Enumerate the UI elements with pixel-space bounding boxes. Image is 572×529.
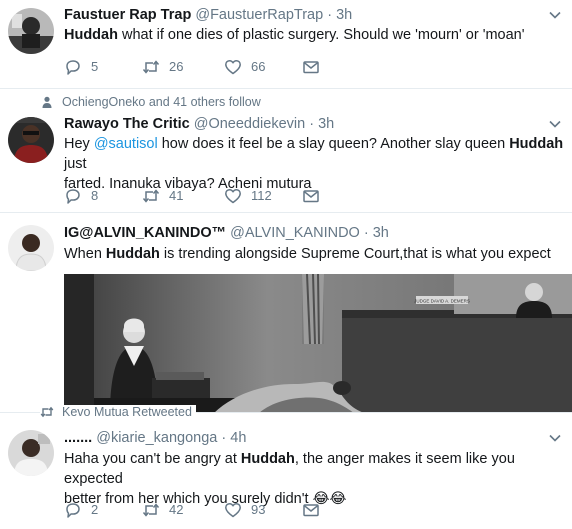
tweet-actions: 5 26 66 bbox=[64, 57, 364, 77]
display-name[interactable]: IG@ALVIN_KANINDO™ bbox=[64, 225, 226, 241]
direct-message-icon bbox=[303, 61, 319, 74]
tweet-text-part: just bbox=[64, 156, 87, 172]
retweet-button[interactable]: 26 bbox=[142, 57, 183, 77]
social-context-text[interactable]: Kevo Mutua Retweeted bbox=[62, 405, 192, 419]
reply-icon bbox=[66, 503, 80, 518]
username[interactable]: @kiarie_kangonga bbox=[96, 430, 217, 446]
tweet-actions: 8 41 112 bbox=[64, 186, 364, 206]
timestamp[interactable]: 3h bbox=[318, 116, 334, 132]
like-button[interactable]: 66 bbox=[224, 57, 265, 77]
tweet[interactable]: Kevo Mutua Retweeted ....... @kiarie_kan… bbox=[0, 405, 572, 529]
username[interactable]: @Oneeddiekevin bbox=[194, 116, 305, 132]
like-icon bbox=[225, 188, 241, 204]
social-context: OchiengOneko and 41 others follow bbox=[40, 95, 261, 109]
tweet-text-part: how does it feel be a slay queen? Anothe… bbox=[157, 136, 510, 152]
like-icon bbox=[225, 59, 241, 75]
like-count: 112 bbox=[251, 188, 272, 203]
nameplate-text: JUDGE DAVID A. DEMERS bbox=[414, 299, 470, 304]
reply-button[interactable]: 8 bbox=[64, 186, 98, 206]
username[interactable]: @ALVIN_KANINDO bbox=[230, 225, 360, 241]
username[interactable]: @FaustuerRapTrap bbox=[195, 7, 323, 23]
reply-icon bbox=[66, 189, 80, 204]
separator-dot: · bbox=[309, 116, 315, 132]
search-highlight: Huddah bbox=[64, 27, 118, 43]
tweet-text: When Huddah is trending alongside Suprem… bbox=[64, 244, 564, 264]
timestamp[interactable]: 3h bbox=[336, 7, 352, 23]
search-highlight: Huddah bbox=[240, 451, 295, 467]
direct-message-button[interactable] bbox=[302, 57, 329, 77]
social-context-text[interactable]: OchiengOneko and 41 others follow bbox=[62, 95, 261, 109]
tweet-text: Hey @sautisol how does it feel be a slay… bbox=[64, 134, 564, 194]
avatar[interactable] bbox=[8, 225, 54, 271]
tweet-text-part: is trending alongside Supreme Court,that… bbox=[159, 246, 551, 262]
display-name[interactable]: Faustuer Rap Trap bbox=[64, 7, 191, 23]
retweet-count: 42 bbox=[169, 502, 184, 517]
tweet-header: Rawayo The Critic @Oneeddiekevin · 3h bbox=[64, 116, 334, 132]
reply-count: 8 bbox=[91, 188, 99, 203]
person-icon bbox=[42, 96, 52, 108]
tweet-text-part: Hey bbox=[64, 136, 94, 152]
retweet-count: 41 bbox=[169, 188, 184, 203]
like-button[interactable]: 93 bbox=[224, 500, 265, 520]
tweet-header: Faustuer Rap Trap @FaustuerRapTrap · 3h bbox=[64, 7, 352, 23]
separator-dot: · bbox=[327, 7, 333, 23]
direct-message-icon bbox=[303, 190, 319, 203]
retweet-icon bbox=[142, 60, 160, 74]
search-highlight: Huddah bbox=[105, 246, 160, 262]
timestamp[interactable]: 4h bbox=[230, 430, 246, 446]
separator-dot: · bbox=[221, 430, 227, 446]
avatar[interactable] bbox=[8, 430, 54, 476]
retweet-icon bbox=[40, 406, 54, 418]
tweet-text: Huddah what if one dies of plastic surge… bbox=[64, 25, 564, 45]
display-name[interactable]: ....... bbox=[64, 430, 92, 446]
avatar[interactable] bbox=[8, 117, 54, 163]
display-name[interactable]: Rawayo The Critic bbox=[64, 116, 190, 132]
tweet-text-part: what if one dies of plastic surgery. Sho… bbox=[117, 27, 525, 43]
tweet[interactable]: IG@ALVIN_KANINDO™ @ALVIN_KANINDO · 3h Wh… bbox=[0, 213, 572, 413]
tweet-photo[interactable]: JUDGE DAVID A. DEMERS bbox=[64, 274, 572, 413]
retweet-icon bbox=[142, 503, 160, 517]
retweet-button[interactable]: 42 bbox=[142, 500, 183, 520]
reply-button[interactable]: 2 bbox=[64, 500, 98, 520]
direct-message-button[interactable] bbox=[302, 186, 329, 206]
chevron-down-icon[interactable] bbox=[548, 8, 562, 22]
tweet-header: IG@ALVIN_KANINDO™ @ALVIN_KANINDO · 3h bbox=[64, 225, 389, 241]
tweet[interactable]: Faustuer Rap Trap @FaustuerRapTrap · 3h … bbox=[0, 0, 572, 88]
like-icon bbox=[225, 502, 241, 518]
courtroom-photo: JUDGE DAVID A. DEMERS bbox=[64, 274, 572, 413]
mention-link[interactable]: @sautisol bbox=[94, 136, 158, 152]
chevron-down-icon[interactable] bbox=[548, 117, 562, 131]
reply-button[interactable]: 5 bbox=[64, 57, 98, 77]
like-button[interactable]: 112 bbox=[224, 186, 272, 206]
chevron-down-icon[interactable] bbox=[548, 431, 562, 445]
direct-message-icon bbox=[303, 504, 319, 517]
tweet-text-part: When bbox=[64, 246, 106, 262]
retweet-count: 26 bbox=[169, 59, 184, 74]
retweet-button[interactable]: 41 bbox=[142, 186, 183, 206]
retweet-icon bbox=[142, 189, 160, 203]
tweet-actions: 2 42 93 bbox=[64, 500, 364, 520]
tweet-header: ....... @kiarie_kangonga · 4h bbox=[64, 430, 246, 446]
social-context: Kevo Mutua Retweeted bbox=[40, 405, 196, 419]
tweet-text-part: Haha you can't be angry at bbox=[64, 451, 241, 467]
timestamp[interactable]: 3h bbox=[373, 225, 389, 241]
reply-count: 2 bbox=[91, 502, 99, 517]
like-count: 93 bbox=[251, 502, 266, 517]
search-highlight: Huddah bbox=[509, 136, 564, 152]
like-count: 66 bbox=[251, 59, 266, 74]
avatar[interactable] bbox=[8, 8, 54, 54]
direct-message-button[interactable] bbox=[302, 500, 329, 520]
tweet[interactable]: OchiengOneko and 41 others follow Rawayo… bbox=[0, 89, 572, 211]
reply-icon bbox=[66, 60, 80, 75]
separator-dot: · bbox=[363, 225, 369, 241]
reply-count: 5 bbox=[91, 59, 99, 74]
